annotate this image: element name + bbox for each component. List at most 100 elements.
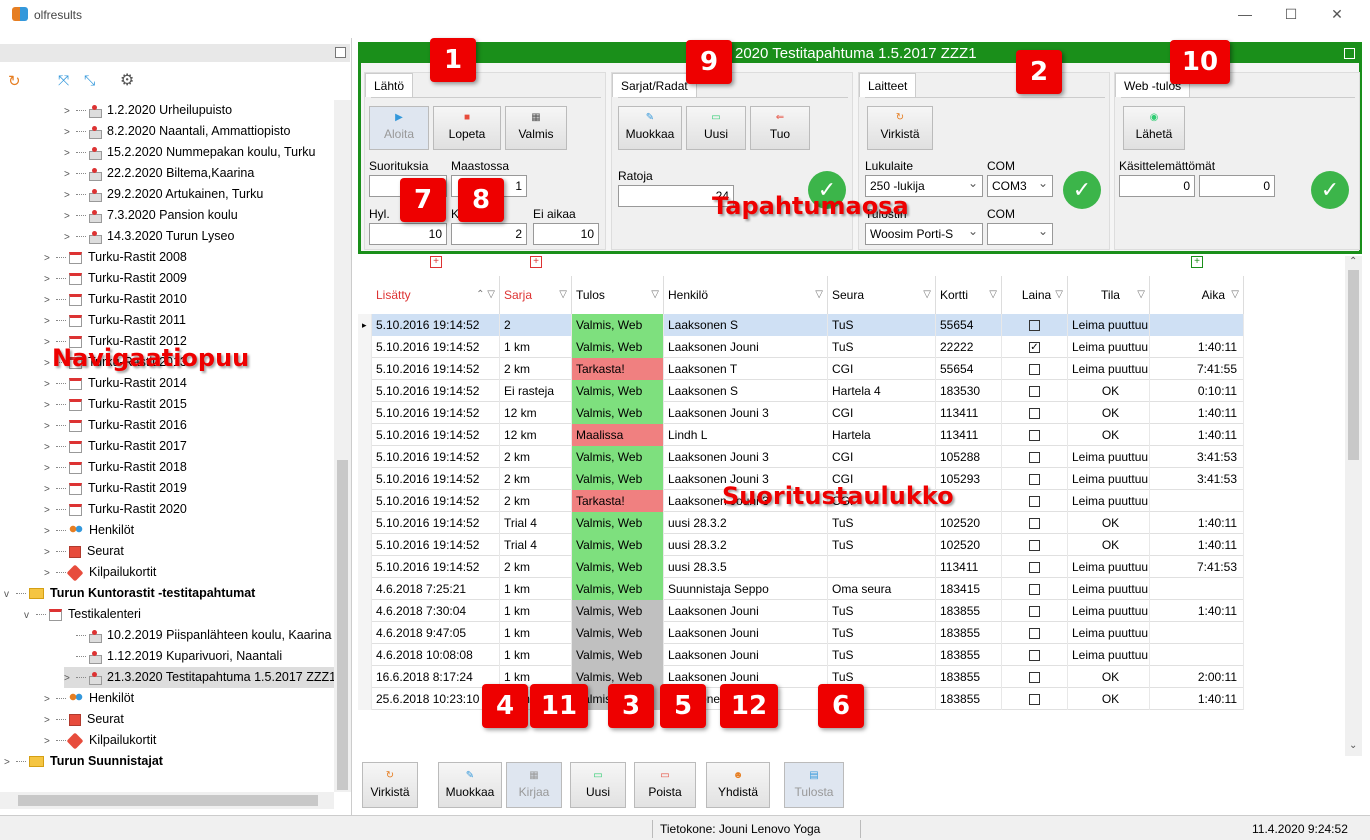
tree-item[interactable]: >15.2.2020 Nummepakan koulu, Turku	[64, 142, 315, 163]
disqualified-field[interactable]: 10	[369, 223, 447, 245]
tree-item[interactable]: > Turku-Rastit 2016	[44, 415, 187, 436]
expand-toggle-icon[interactable]: >	[44, 416, 56, 437]
filter-icon[interactable]: ▽	[559, 276, 567, 314]
table-row[interactable]: 4.6.2018 10:08:08 1 km Valmis, Web Laaksone…	[358, 644, 1244, 666]
loan-checkbox[interactable]	[1029, 452, 1040, 464]
row-selector[interactable]	[358, 556, 372, 578]
new-course-button[interactable]: ▭ Uusi	[686, 106, 746, 150]
no-time-field[interactable]: 10	[533, 223, 599, 245]
row-selector[interactable]	[358, 512, 372, 534]
loan-checkbox[interactable]	[1029, 496, 1040, 508]
filter-icon[interactable]: ⌃ ▽	[476, 276, 495, 314]
loan-checkbox[interactable]	[1029, 694, 1040, 706]
column-header-result[interactable]: Tulos ▽	[572, 276, 664, 314]
printer-com-select[interactable]	[987, 223, 1053, 245]
filter-icon[interactable]: ▽	[1231, 276, 1239, 314]
column-header-loan[interactable]: Laina ▽	[1002, 276, 1068, 314]
tree-item[interactable]: > Turku-Rastit 2017	[44, 436, 187, 457]
table-row[interactable]: 5.10.2016 19:14:52 2 km Valmis, Web Laakson…	[358, 446, 1244, 468]
expand-toggle-icon[interactable]: >	[44, 395, 56, 416]
tree-item[interactable]: > Seurat	[44, 541, 124, 562]
start-button[interactable]: ▶ Aloita	[369, 106, 429, 150]
collapse-ribbon-icon[interactable]	[1344, 48, 1355, 59]
tree-item[interactable]: > Kilpailukortit	[44, 562, 156, 583]
tree-item[interactable]: > Turku-Rastit 2019	[44, 478, 187, 499]
tree-item[interactable]: > Turun Suunnistajat	[4, 751, 163, 772]
column-header-added[interactable]: Lisätty ⌃ ▽	[372, 276, 500, 314]
maximize-button[interactable]: ☐	[1276, 6, 1306, 24]
record-button[interactable]: ▦ Kirjaa	[506, 762, 562, 808]
tree-item[interactable]: 10.2.2019 Piispanlähteen koulu, Kaarina	[64, 625, 331, 646]
table-row[interactable]: 5.10.2016 19:14:52 Trial 4 Valmis, Web uusi…	[358, 512, 1244, 534]
expand-toggle-icon[interactable]: >	[64, 206, 76, 227]
expand-toggle-icon[interactable]: >	[44, 542, 56, 563]
expand-toggle-icon[interactable]: >	[64, 227, 76, 248]
loan-checkbox[interactable]	[1029, 364, 1040, 376]
minimize-button[interactable]: —	[1230, 6, 1260, 24]
tree-item[interactable]: >21.3.2020 Testitapahtuma 1.5.2017 ZZZ1	[64, 667, 334, 688]
table-row[interactable]: 5.10.2016 19:14:52 Trial 4 Valmis, Web uusi…	[358, 534, 1244, 556]
refresh-devices-button[interactable]: ↻ Virkistä	[867, 106, 933, 150]
tree-item[interactable]: 1.12.2019 Kuparivuori, Naantali	[64, 646, 282, 667]
table-row[interactable]: 4.6.2018 7:30:04 1 km Valmis, Web Laaksonen…	[358, 600, 1244, 622]
row-selector[interactable]: ▸	[358, 314, 372, 336]
column-header-status[interactable]: Tila ▽	[1068, 276, 1150, 314]
filter-icon[interactable]: ▽	[651, 276, 659, 314]
edit-courses-button[interactable]: ✎ Muokkaa	[618, 106, 682, 150]
table-row[interactable]: 4.6.2018 7:25:21 1 km Valmis, Web Suunnista…	[358, 578, 1244, 600]
expand-toggle-icon[interactable]: >	[44, 290, 56, 311]
finish-button[interactable]: ▦ Valmis	[505, 106, 567, 150]
row-selector[interactable]	[358, 468, 372, 490]
column-header-person[interactable]: Henkilö ▽	[664, 276, 828, 314]
tree-item[interactable]: > Turku-Rastit 2010	[44, 289, 187, 310]
tree-item[interactable]: > Turku-Rastit 2014	[44, 373, 187, 394]
tree-item[interactable]: >22.2.2020 Biltema,Kaarina	[64, 163, 254, 184]
filter-icon[interactable]: ▽	[989, 276, 997, 314]
expand-toggle-icon[interactable]: >	[44, 458, 56, 479]
expand-toggle-icon[interactable]: >	[44, 479, 56, 500]
expand-toggle-icon[interactable]: >	[44, 710, 56, 731]
plus-time-icon[interactable]: +	[1191, 256, 1203, 268]
loan-checkbox[interactable]: ✓	[1029, 342, 1040, 354]
stop-button[interactable]: ■ Lopeta	[433, 106, 501, 150]
expand-toggle-icon[interactable]: >	[44, 269, 56, 290]
row-selector[interactable]	[358, 402, 372, 424]
expand-toggle-icon[interactable]: >	[44, 248, 56, 269]
loan-checkbox[interactable]	[1029, 650, 1040, 662]
aborted-field[interactable]: 2	[451, 223, 527, 245]
loan-checkbox[interactable]	[1029, 606, 1040, 618]
row-selector[interactable]	[358, 424, 372, 446]
tree-item[interactable]: >1.2.2020 Urheilupuisto	[64, 100, 232, 121]
tree-item[interactable]: >7.3.2020 Pansion koulu	[64, 205, 238, 226]
expand-toggle-icon[interactable]: >	[4, 752, 16, 773]
collapse-all-icon[interactable]: ⤡	[84, 72, 95, 89]
table-row[interactable]: 5.10.2016 19:14:52 2 km Tarkasta! Laaksonen…	[358, 358, 1244, 380]
expand-toggle-icon[interactable]: >	[44, 311, 56, 332]
row-selector[interactable]	[358, 622, 372, 644]
row-selector[interactable]	[358, 534, 372, 556]
tree-hscrollbar[interactable]	[0, 792, 334, 809]
filter-icon[interactable]: ▽	[923, 276, 931, 314]
filter-icon[interactable]: ▽	[1137, 276, 1145, 314]
tree-scrollbar[interactable]	[334, 100, 351, 792]
expand-toggle-icon[interactable]: >	[44, 521, 56, 542]
expand-toggle-icon[interactable]: >	[64, 668, 76, 689]
tree-item[interactable]: >29.2.2020 Artukainen, Turku	[64, 184, 263, 205]
print-button[interactable]: ▤ Tulosta	[784, 762, 844, 808]
loan-checkbox[interactable]	[1029, 540, 1040, 552]
row-selector[interactable]	[358, 666, 372, 688]
table-row[interactable]: 5.10.2016 19:14:52 Ei rasteja Valmis, Web L…	[358, 380, 1244, 402]
refresh-icon[interactable]: ↻	[8, 72, 21, 90]
loan-checkbox[interactable]	[1029, 672, 1040, 684]
loan-checkbox[interactable]	[1029, 474, 1040, 486]
expand-toggle-icon[interactable]: >	[64, 185, 76, 206]
row-selector[interactable]	[358, 336, 372, 358]
settings-icon[interactable]: ⚙	[120, 70, 134, 90]
row-selector[interactable]	[358, 358, 372, 380]
plus-added-icon[interactable]: +	[430, 256, 442, 268]
expand-toggle-icon[interactable]: >	[44, 500, 56, 521]
tree-item[interactable]: > Kilpailukortit	[44, 730, 156, 751]
expand-all-icon[interactable]: ⤧	[58, 72, 69, 89]
tree-item[interactable]: > Turku-Rastit 2008	[44, 247, 187, 268]
table-row[interactable]: 5.10.2016 19:14:52 2 km Valmis, Web uusi 28…	[358, 556, 1244, 578]
